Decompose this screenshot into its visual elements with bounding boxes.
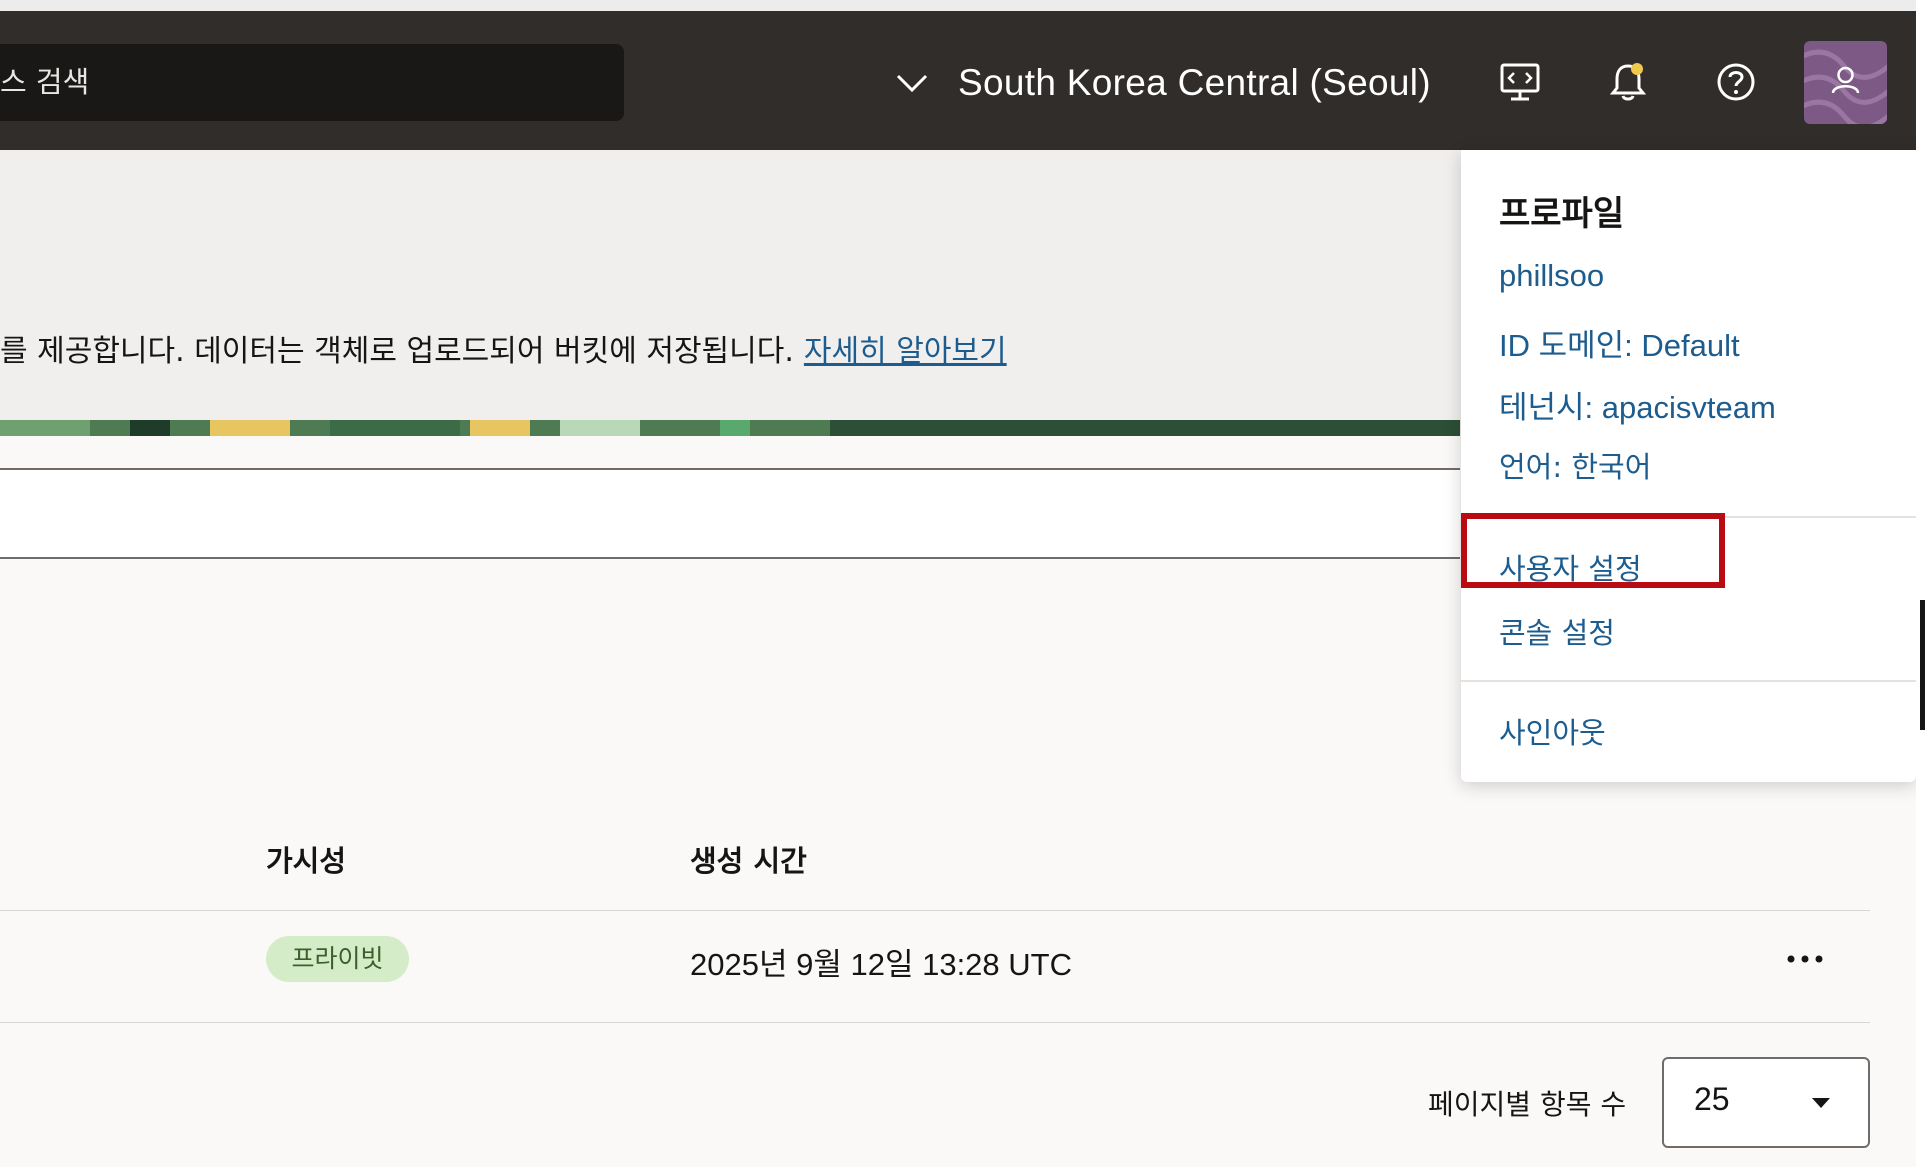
console-page: 스 검색 South Korea Central (Seoul) 를 제공합니다… (0, 0, 1916, 1167)
bell-icon[interactable] (1604, 58, 1652, 106)
page-size-value: 25 (1694, 1081, 1730, 1117)
developer-tools-icon[interactable] (1496, 58, 1544, 106)
profile-menu: 프로파일 phillsoo ID 도메인: Default 테넌시: apaci… (1461, 150, 1916, 782)
search-input[interactable]: 스 검색 (0, 44, 624, 121)
caret-down-icon (1812, 1098, 1830, 1108)
row-divider (0, 910, 1870, 911)
profile-avatar-button[interactable] (1804, 41, 1887, 124)
user-icon (1804, 49, 1887, 124)
tenancy-link[interactable]: 테넌시: apacisvteam (1499, 382, 1776, 427)
banner-pattern (0, 420, 1460, 436)
chevron-down-icon (896, 74, 928, 92)
scrollbar[interactable] (1916, 0, 1929, 1173)
profile-username-link[interactable]: phillsoo (1499, 258, 1604, 294)
browser-edge (0, 0, 1916, 11)
console-settings-link[interactable]: 콘솔 설정 (1499, 610, 1615, 652)
sign-out-link[interactable]: 사인아웃 (1499, 710, 1606, 752)
created-time: 2025년 9월 12일 13:28 UTC (690, 947, 1072, 982)
banner-description-text: 를 제공합니다. 데이터는 객체로 업로드되어 버킷에 저장됩니다. (0, 334, 794, 369)
region-label: South Korea Central (Seoul) (958, 61, 1431, 103)
visibility-badge: 프라이빗 (266, 936, 409, 982)
page-size-select[interactable]: 25 (1662, 1057, 1870, 1148)
profile-menu-title: 프로파일 (1499, 194, 1625, 234)
page-size-label: 페이지별 항목 수 (1428, 1088, 1627, 1121)
column-header-visibility[interactable]: 가시성 (266, 838, 346, 880)
identity-domain-link[interactable]: ID 도메인: Default (1499, 320, 1740, 365)
region-selector[interactable]: South Korea Central (Seoul) (894, 44, 1431, 121)
row-divider (0, 1022, 1870, 1023)
toolbar-area (0, 468, 1460, 559)
banner-description: 를 제공합니다. 데이터는 객체로 업로드되어 버킷에 저장됩니다. 자세히 알아… (0, 326, 1007, 370)
user-settings-link[interactable]: 사용자 설정 (1499, 546, 1642, 588)
menu-divider (1461, 516, 1916, 518)
learn-more-link[interactable]: 자세히 알아보기 (804, 334, 1007, 369)
search-placeholder: 스 검색 (0, 65, 90, 99)
more-actions-icon[interactable] (1783, 944, 1827, 974)
language-link[interactable]: 언어: 한국어 (1499, 444, 1651, 486)
help-icon[interactable] (1712, 58, 1760, 106)
console-header: 스 검색 South Korea Central (Seoul) (0, 11, 1916, 150)
column-header-created[interactable]: 생성 시간 (690, 838, 807, 880)
scrollbar-thumb[interactable] (1920, 600, 1925, 730)
menu-divider (1461, 680, 1916, 682)
